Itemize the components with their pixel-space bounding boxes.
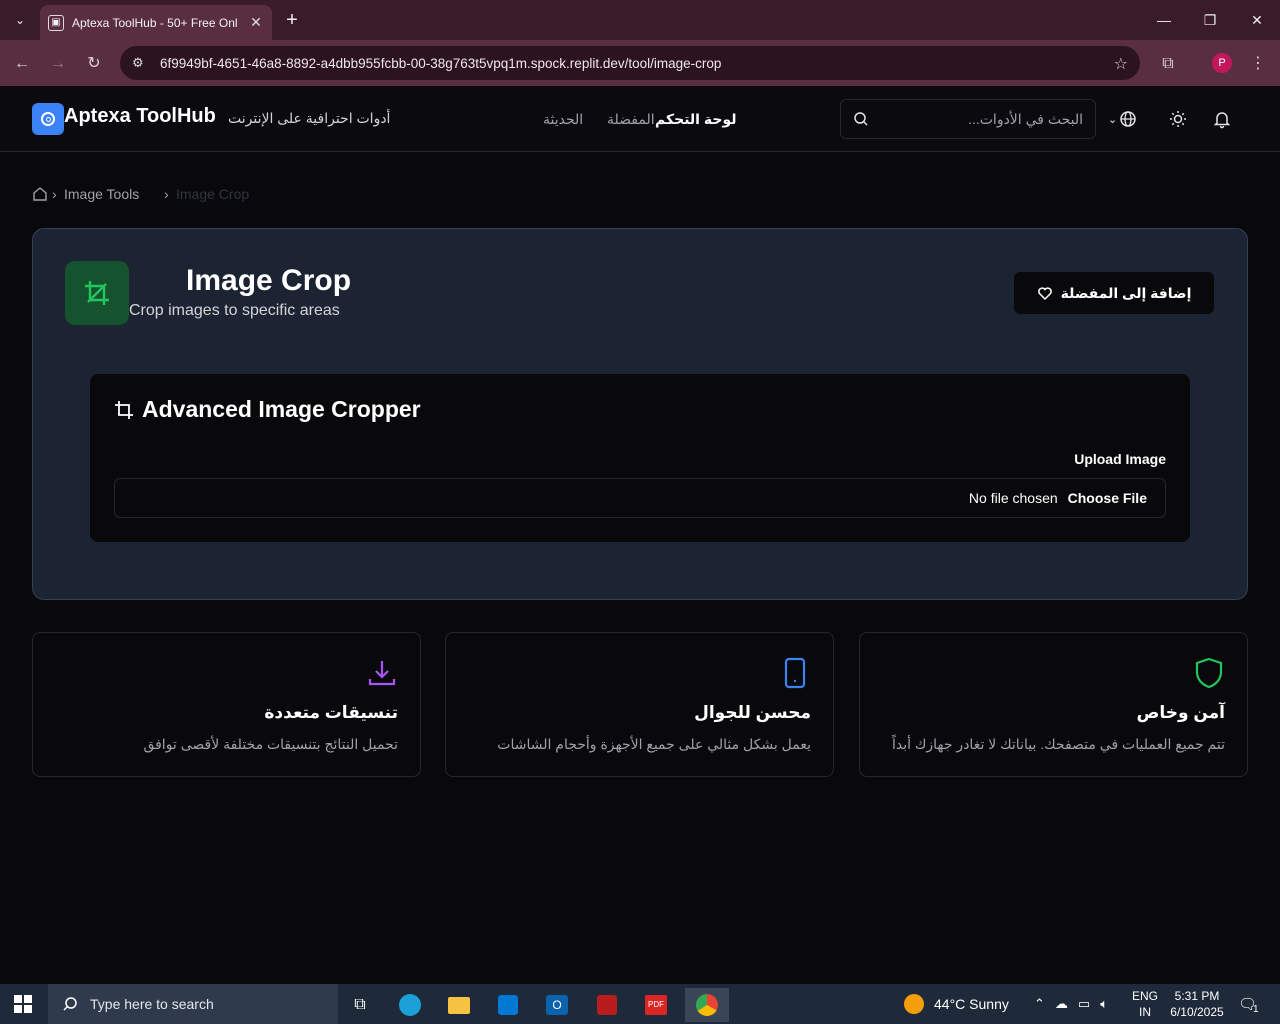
tool-icon — [65, 261, 129, 325]
chevron-up-icon: ⌃ — [1034, 996, 1045, 1011]
language-indicator[interactable]: ENG IN — [1132, 984, 1158, 1024]
feature-description: تحميل النتائج بتنسيقات مختلفة لأقصى تواف… — [143, 736, 398, 752]
clock[interactable]: 5:31 PM 6/10/2025 — [1166, 984, 1228, 1024]
breadcrumb-separator: › — [52, 186, 57, 202]
edge-browser-icon[interactable] — [390, 988, 430, 1022]
favicon-icon: ▣ — [48, 14, 64, 31]
search-icon — [63, 997, 77, 1011]
weather-text: 44°C Sunny — [934, 996, 1009, 1012]
notification-center-icon[interactable]: 🗨︎ 1 — [1238, 984, 1259, 1024]
feature-description: يعمل بشكل مثالي على جميع الأجهزة وأحجام … — [497, 736, 811, 752]
crop-icon — [85, 281, 109, 305]
feature-card-mobile: محسن للجوال يعمل بشكل مثالي على جميع الأ… — [445, 632, 834, 777]
microsoft-store-icon[interactable] — [488, 988, 528, 1022]
volume-icon: 🔈︎ — [1100, 996, 1109, 1011]
tab-search-button[interactable]: ⌄ — [8, 8, 32, 32]
region-text: IN — [1139, 1005, 1151, 1019]
brand-name[interactable]: Aptexa ToolHub — [64, 105, 216, 128]
search-placeholder: البحث في الأدوات... — [968, 110, 1083, 127]
tool-search-input[interactable]: البحث في الأدوات... — [840, 99, 1096, 139]
bookmark-star-icon[interactable]: ☆ — [1114, 54, 1128, 74]
back-button[interactable]: ← — [10, 52, 34, 76]
file-explorer-icon[interactable] — [439, 988, 479, 1022]
choose-file-button[interactable]: Choose File — [1068, 490, 1147, 506]
nav-recent[interactable]: الحديثة — [543, 111, 583, 128]
browser-tab[interactable]: ▣ Aptexa ToolHub - 50+ Free Onl ✕ — [40, 5, 272, 40]
no-file-text: No file chosen — [968, 490, 1058, 506]
network-icon: ▭ — [1077, 996, 1091, 1011]
reload-button[interactable]: ↻ — [82, 52, 106, 76]
weather-widget[interactable]: 44°C Sunny — [904, 984, 1009, 1024]
url-text: 6f9949bf-4651-46a8-8892-a4dbb955fcbb-00-… — [160, 55, 722, 71]
tab-title: Aptexa ToolHub - 50+ Free Onl — [72, 15, 238, 30]
feature-title: تنسيقات متعددة — [264, 703, 398, 722]
language-dropdown[interactable]: ⌄ — [1108, 109, 1144, 129]
theme-toggle-sun-icon[interactable] — [1168, 109, 1188, 129]
cloud-icon: ☁ — [1054, 996, 1068, 1011]
add-to-favorites-button[interactable]: إضافة إلى المفضلة — [1014, 272, 1214, 314]
logo-icon[interactable] — [32, 103, 64, 135]
nav-favorites[interactable]: المفضلة — [607, 111, 655, 128]
app-icon[interactable] — [587, 988, 627, 1022]
feature-card-formats: تنسيقات متعددة تحميل النتائج بتنسيقات مخ… — [32, 632, 421, 777]
notification-count: 1 — [1253, 1003, 1259, 1015]
windows-start-icon[interactable] — [14, 995, 32, 1013]
tablet-icon — [784, 657, 806, 689]
tray-icons[interactable]: ⌃ ☁ ▭ 🔈︎ — [1034, 984, 1108, 1024]
upload-image-label: Upload Image — [1074, 451, 1166, 467]
chevron-down-icon: ⌄ — [1108, 113, 1118, 126]
taskbar-search-input[interactable]: Type here to search — [48, 984, 338, 1024]
address-bar[interactable]: ⚙ 6f9949bf-4651-46a8-8892-a4dbb955fcbb-0… — [120, 46, 1140, 80]
lang-text: ENG — [1132, 989, 1159, 1003]
search-icon — [854, 112, 868, 126]
heart-icon — [1037, 287, 1052, 301]
date-text: 6/10/2025 — [1170, 1005, 1224, 1019]
cropper-title: Advanced Image Cropper — [142, 396, 421, 422]
time-text: 5:31 PM — [1174, 989, 1220, 1003]
nav-dashboard[interactable]: لوحة التحكم — [655, 111, 736, 128]
tab-close-icon[interactable]: ✕ — [248, 14, 264, 31]
chrome-icon[interactable] — [685, 988, 729, 1022]
breadcrumb-category[interactable]: Image Tools — [64, 186, 139, 202]
notification-bell-icon[interactable] — [1212, 109, 1232, 129]
breadcrumb-separator: › — [164, 186, 169, 202]
new-tab-button[interactable]: + — [280, 8, 304, 32]
tool-description: Crop images to specific areas — [129, 302, 340, 319]
forward-button[interactable]: → — [46, 52, 70, 76]
feature-card-secure: آمن وخاص تتم جميع العمليات في متصفحك. بي… — [859, 632, 1248, 777]
sun-icon — [904, 994, 924, 1014]
tool-title: Image Crop — [186, 264, 352, 297]
shield-icon — [1195, 657, 1223, 689]
task-view-icon[interactable]: ⧉ — [340, 988, 380, 1022]
extensions-icon[interactable]: ⧉ — [1156, 52, 1180, 76]
profile-avatar[interactable]: P — [1212, 53, 1232, 73]
taskbar-search-placeholder: Type here to search — [90, 996, 214, 1012]
close-window-button[interactable]: ✕ — [1245, 8, 1269, 32]
add-to-favorites-label: إضافة إلى المفضلة — [1060, 284, 1192, 301]
brand-tagline: أدوات احترافية على الإنترنت — [228, 110, 391, 126]
pdf-app-icon[interactable]: PDF — [636, 988, 676, 1022]
feature-description: تتم جميع العمليات في متصفحك. بياناتك لا … — [891, 736, 1225, 752]
minimize-button[interactable]: — — [1152, 8, 1176, 32]
site-info-icon[interactable]: ⚙ — [132, 55, 148, 71]
file-upload-input[interactable]: No file chosen Choose File — [114, 478, 1166, 518]
breadcrumb-current: Image Crop — [176, 186, 250, 202]
globe-icon — [1120, 111, 1136, 127]
maximize-button[interactable]: ❐ — [1198, 8, 1222, 32]
browser-menu-icon[interactable]: ⋮ — [1246, 52, 1270, 76]
home-icon[interactable] — [32, 186, 48, 202]
feature-title: آمن وخاص — [1136, 703, 1225, 722]
feature-title: محسن للجوال — [694, 703, 811, 722]
crop-icon — [115, 401, 133, 419]
outlook-icon[interactable]: O — [537, 988, 577, 1022]
download-icon — [368, 661, 396, 686]
